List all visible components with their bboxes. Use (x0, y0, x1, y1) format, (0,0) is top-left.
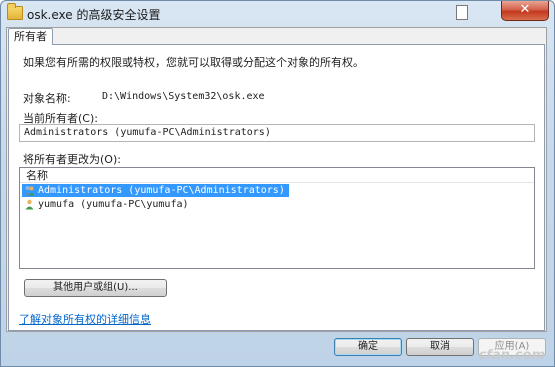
list-item-label: Administrators (yumufa-PC\Administrators… (38, 185, 285, 196)
list-item[interactable]: yumufa (yumufa-PC\yumufa) (22, 198, 193, 211)
close-button[interactable]: ✕ (501, 1, 549, 21)
learn-more-link[interactable]: 了解对象所有权的详细信息 (19, 311, 151, 327)
description-text: 如果您有所需的权限或特权，您就可以取得或分配这个对象的所有权。 (23, 56, 364, 69)
user-icon (25, 199, 34, 210)
list-item[interactable]: Administrators (yumufa-PC\Administrators… (22, 184, 289, 197)
object-name-label: 对象名称: (23, 92, 71, 105)
cancel-button[interactable]: 取消 (406, 338, 474, 356)
ok-button[interactable]: 确定 (334, 338, 402, 356)
object-name-value: D:\Windows\System32\osk.exe (102, 91, 265, 102)
users-group-icon (24, 186, 35, 196)
list-item-label: yumufa (yumufa-PC\yumufa) (38, 199, 189, 210)
folder-icon (7, 3, 23, 20)
document-icon (456, 5, 468, 20)
current-owner-field: Administrators (yumufa-PC\Administrators… (19, 124, 535, 142)
column-header-name[interactable]: 名称 (20, 168, 534, 183)
owner-candidates-list[interactable]: 名称 Administrators (yumufa-PC\Administrat… (19, 167, 535, 269)
other-users-button[interactable]: 其他用户或组(U)... (24, 279, 167, 297)
window-title: osk.exe 的高级安全设置 (27, 8, 161, 22)
title-bar[interactable]: osk.exe 的高级安全设置 ✕ (1, 1, 554, 27)
watermark: cfan.com (478, 348, 545, 363)
tab-owner[interactable]: 所有者 (8, 28, 53, 45)
change-owner-label: 将所有者更改为(O): (23, 153, 121, 166)
